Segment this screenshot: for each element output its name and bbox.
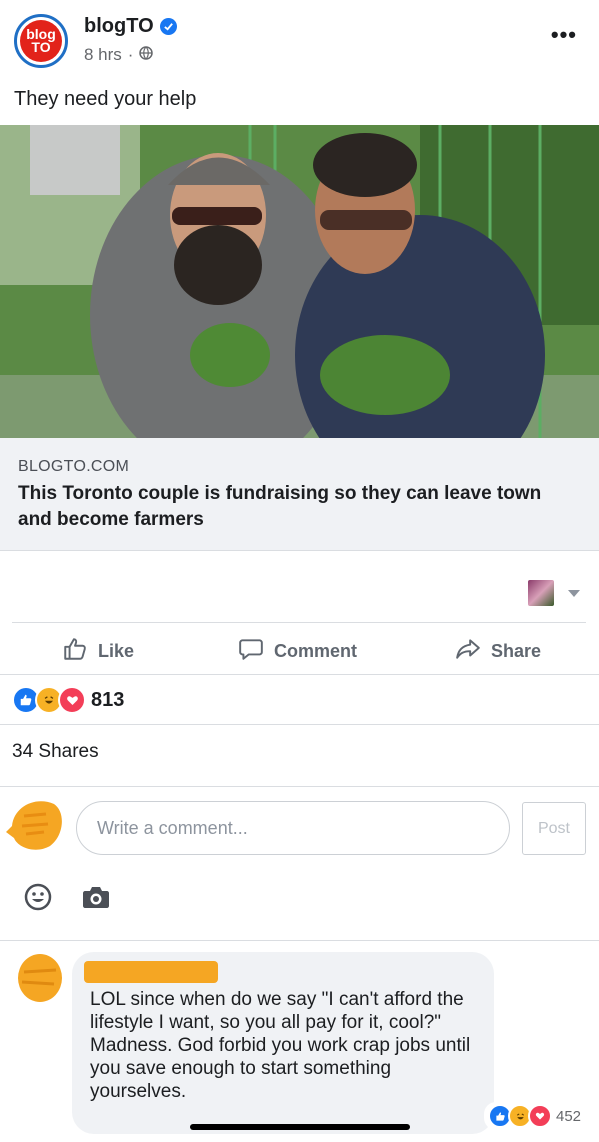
post-button[interactable]: Post xyxy=(522,802,586,855)
post-meta: 8 hrs · xyxy=(84,45,154,65)
comment-label: Comment xyxy=(274,641,358,661)
comment-icon xyxy=(238,636,264,667)
link-preview-image[interactable] xyxy=(0,125,599,438)
thumbs-up-icon xyxy=(62,636,88,667)
post-time[interactable]: 8 hrs xyxy=(84,45,122,65)
reactions-summary[interactable] xyxy=(12,686,86,714)
share-arrow-icon xyxy=(455,636,481,667)
commenter-avatar-thumbnail[interactable] xyxy=(528,580,554,606)
camera-icon[interactable] xyxy=(82,884,110,915)
couple-photo xyxy=(0,125,599,438)
logo-text-to: TO xyxy=(31,39,51,55)
page-avatar[interactable]: blog TO xyxy=(14,14,68,68)
emoji-icon[interactable] xyxy=(24,883,52,916)
comment-button[interactable]: Comment xyxy=(238,636,357,667)
commenter-name-redacted[interactable] xyxy=(84,961,218,983)
divider xyxy=(0,786,599,787)
chevron-down-icon[interactable] xyxy=(568,590,580,597)
reaction-count[interactable]: 813 xyxy=(91,689,124,712)
divider xyxy=(0,674,599,675)
page-name[interactable]: blogTO xyxy=(84,15,177,38)
like-label: Like xyxy=(98,641,135,661)
home-indicator[interactable] xyxy=(190,1124,410,1130)
love-icon xyxy=(528,1104,552,1128)
verified-badge-icon xyxy=(159,18,177,35)
like-button[interactable]: Like xyxy=(62,636,134,667)
divider xyxy=(0,940,599,941)
page-name-text[interactable]: blogTO xyxy=(84,15,154,38)
link-domain: BLOGTO.COM xyxy=(18,458,130,475)
shares-count[interactable]: 34 Shares xyxy=(12,741,99,763)
link-title[interactable]: This Toronto couple is fundraising so th… xyxy=(18,481,578,533)
divider xyxy=(0,724,599,725)
blogto-logo: blog TO xyxy=(20,20,62,62)
share-label: Share xyxy=(491,641,542,661)
commenter-avatar-redacted[interactable] xyxy=(10,950,70,1006)
globe-icon xyxy=(139,45,154,65)
post-text: They need your help xyxy=(14,88,197,110)
comment-text: LOL since when do we say "I can't afford… xyxy=(90,989,471,1102)
share-button[interactable]: Share xyxy=(455,636,541,667)
more-options-button[interactable]: ••• xyxy=(551,22,577,48)
comment-input-placeholder: Write a comment... xyxy=(97,817,248,838)
comment-reactions[interactable]: 452 xyxy=(484,1102,586,1130)
love-icon xyxy=(58,686,86,714)
comment-reaction-count: 452 xyxy=(556,1107,582,1125)
meta-separator: · xyxy=(127,45,134,64)
user-avatar-redacted[interactable] xyxy=(6,796,66,852)
comment-input[interactable]: Write a comment... xyxy=(76,801,510,855)
divider xyxy=(12,622,586,623)
